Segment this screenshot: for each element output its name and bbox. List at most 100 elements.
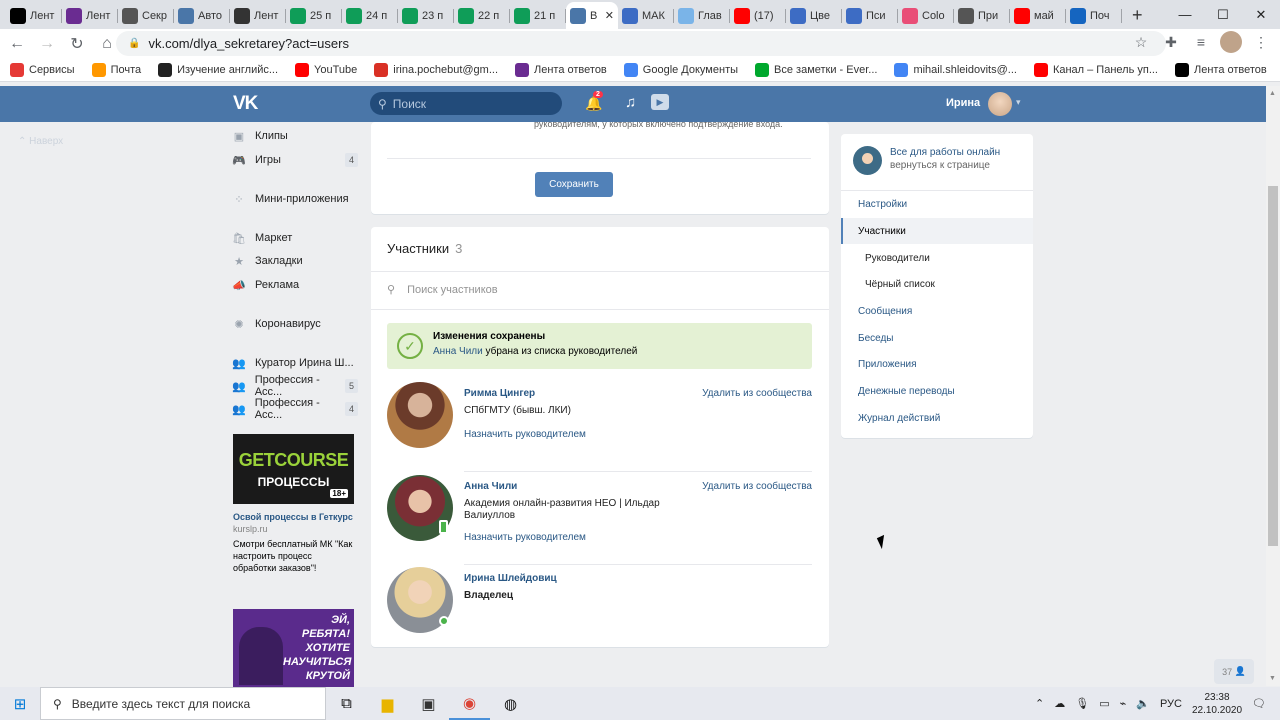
address-bar[interactable]: 🔒 vk.com/dlya_sekretarey?act=users (116, 31, 1166, 56)
microphone-icon[interactable]: 🎙 (1075, 697, 1089, 710)
chevron-down-icon[interactable]: ▾ (1016, 97, 1021, 108)
notifications-bell-icon[interactable]: 🔔 2 (585, 91, 603, 112)
player-play-icon[interactable]: ▶ (651, 94, 669, 110)
back-to-top-link[interactable]: ⌃ Наверх (18, 136, 63, 147)
browser-tab[interactable]: В ✕ (566, 2, 618, 29)
minimize-button[interactable]: — (1166, 0, 1204, 29)
volume-icon[interactable]: 🔈 (1136, 697, 1150, 710)
back-icon[interactable]: ← (4, 31, 30, 57)
ad-image[interactable]: GETCOURSE ПРОЦЕССЫ 18+ (233, 434, 354, 504)
taskbar-search[interactable]: ⚲ Введите здесь текст для поиска (40, 687, 326, 720)
close-window-button[interactable]: ✕ (1242, 0, 1280, 29)
bookmark-item[interactable]: Лента ответов (515, 62, 607, 77)
browser-tab[interactable]: При (954, 2, 1010, 29)
chevron-up-icon[interactable]: ⌃ (1035, 697, 1044, 710)
language-indicator[interactable]: РУС (1160, 698, 1182, 710)
ad-image-2[interactable]: ЭЙ, РЕБЯТА! ХОТИТЕ НАУЧИТЬСЯ КРУТОЙ (233, 609, 354, 687)
windows-start-icon[interactable]: ⊞ (0, 687, 40, 720)
browser-tab[interactable]: Пси (842, 2, 898, 29)
side-nav-item[interactable]: 👥 Профессия - Асс... 4 (232, 397, 358, 421)
remove-member-link[interactable]: Удалить из сообщества (702, 388, 812, 399)
members-search-input[interactable]: ⚲ Поиск участников (387, 283, 498, 297)
admin-menu-item[interactable]: Руководители (865, 253, 930, 264)
online-counter[interactable]: 37 👤 (1214, 659, 1254, 684)
close-tab-icon[interactable]: ✕ (605, 9, 614, 22)
browser-tab[interactable]: 24 п (342, 2, 398, 29)
maximize-button[interactable]: ☐ (1204, 0, 1242, 29)
admin-menu-item[interactable]: Приложения (858, 359, 917, 370)
group-title[interactable]: Все для работы онлайн (890, 146, 1000, 159)
bookmark-star-icon[interactable]: ☆ (1130, 31, 1152, 53)
scroll-down-icon[interactable]: ▼ (1269, 675, 1276, 682)
admin-menu-item[interactable]: Беседы (858, 333, 894, 344)
extensions-icon[interactable]: ✚ (1160, 31, 1182, 53)
admin-menu-item[interactable]: Журнал действий (858, 413, 940, 424)
admin-menu-item[interactable]: Чёрный список (865, 279, 935, 290)
header-user-name[interactable]: Ирина (946, 97, 980, 109)
side-nav-item[interactable]: ★ Закладки (232, 251, 358, 271)
member-name[interactable]: Анна Чили (464, 481, 517, 492)
side-nav-item[interactable]: ▣ Клипы (232, 126, 358, 146)
reading-list-icon[interactable]: ≡ (1190, 31, 1212, 53)
side-nav-item[interactable]: 🎮 Игры 4 (232, 150, 358, 170)
bookmark-item[interactable]: mihail.shleidovits@... (894, 62, 1017, 77)
file-explorer-icon[interactable]: ▆ (367, 687, 408, 720)
browser-tab[interactable]: МАК (618, 2, 674, 29)
member-name[interactable]: Римма Цингер (464, 388, 535, 399)
browser-tab[interactable]: Лент (230, 2, 286, 29)
browser-tab[interactable]: 23 п (398, 2, 454, 29)
browser-tab[interactable]: Секр (118, 2, 174, 29)
admin-menu-item[interactable]: Денежные переводы (858, 386, 955, 397)
browser-tab[interactable]: Лент (6, 2, 62, 29)
cloud-icon[interactable]: ☁ (1054, 697, 1065, 710)
bookmark-item[interactable]: Канал – Панель уп... (1033, 62, 1158, 77)
side-nav-item[interactable]: 👥 Профессия - Асс... 5 (232, 374, 358, 398)
bookmark-item[interactable]: Сервисы (10, 62, 75, 77)
clock[interactable]: 23:38 22.10.2020 (1192, 691, 1242, 717)
browser-tab[interactable]: Цве (786, 2, 842, 29)
side-nav-item[interactable]: 👥 Куратор Ирина Ш... (232, 353, 358, 373)
bookmark-item[interactable]: Лента ответов (1175, 62, 1267, 77)
browser-tab[interactable]: Авто (174, 2, 230, 29)
store-icon[interactable]: ▣ (408, 687, 449, 720)
browser-tab[interactable]: 21 п (510, 2, 566, 29)
side-nav-item[interactable]: 🛍 Маркет (232, 228, 358, 248)
battery-icon[interactable]: ▭ (1099, 697, 1109, 710)
make-manager-link[interactable]: Назначить руководителем (464, 429, 586, 440)
header-user-avatar[interactable] (988, 92, 1012, 116)
make-manager-link[interactable]: Назначить руководителем (464, 532, 586, 543)
notice-user-link[interactable]: Анна Чили (433, 346, 483, 357)
ad-block[interactable]: GETCOURSE ПРОЦЕССЫ 18+ Освой процессы в … (233, 434, 354, 574)
browser-tab[interactable]: 22 п (454, 2, 510, 29)
bookmark-item[interactable]: Почта (91, 62, 141, 77)
task-view-icon[interactable]: ⧉ (326, 687, 367, 720)
browser-tab[interactable]: май (1010, 2, 1066, 29)
member-avatar[interactable] (387, 382, 453, 448)
bookmark-item[interactable]: Изучение английс... (158, 62, 278, 77)
reload-icon[interactable]: ↻ (64, 31, 90, 57)
bookmark-item[interactable]: Все заметки - Ever... (755, 62, 877, 77)
group-back-link[interactable]: вернуться к странице (890, 159, 1000, 172)
forward-icon[interactable]: → (34, 31, 60, 57)
admin-menu-item[interactable]: Настройки (858, 199, 907, 210)
group-link[interactable]: Все для работы онлайн вернуться к страни… (853, 146, 1000, 175)
notifications-icon[interactable]: 🗨 (1252, 697, 1266, 710)
member-name[interactable]: Ирина Шлейдовиц (464, 573, 557, 584)
browser-tab[interactable]: Colo (898, 2, 954, 29)
scrollbar-thumb[interactable] (1268, 186, 1278, 546)
vk-logo[interactable]: VK (233, 93, 258, 115)
chrome-icon[interactable]: ◉ (449, 687, 490, 720)
profile-avatar[interactable] (1220, 31, 1242, 53)
admin-menu-item[interactable]: Сообщения (858, 306, 912, 317)
remove-member-link[interactable]: Удалить из сообщества (702, 481, 812, 492)
side-nav-item[interactable]: ⁘ Мини-приложения (232, 189, 358, 209)
side-nav-item[interactable]: ✺ Коронавирус (232, 314, 358, 334)
music-icon[interactable]: ♫ (625, 94, 636, 111)
admin-menu-item[interactable]: Участники (858, 226, 906, 237)
bookmark-item[interactable]: YouTube (295, 62, 357, 77)
bookmark-item[interactable]: irina.pochebut@gm... (374, 62, 498, 77)
page-scrollbar[interactable]: ▲ ▼ (1266, 86, 1280, 686)
browser-tab[interactable]: Глав (674, 2, 730, 29)
browser-tab[interactable]: Поч (1066, 2, 1122, 29)
browser-menu-icon[interactable]: ⋮ (1250, 31, 1272, 53)
